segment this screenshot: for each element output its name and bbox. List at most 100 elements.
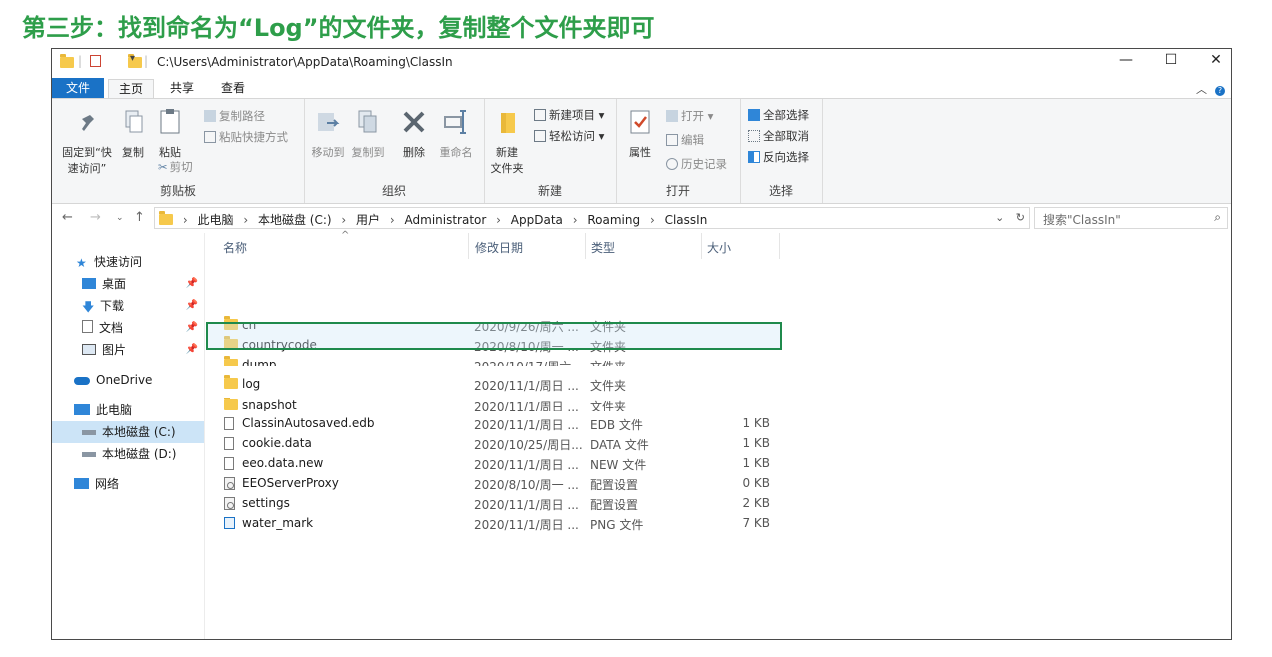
tab-view[interactable]: 查看 bbox=[211, 79, 255, 98]
list-item[interactable]: water_mark 2020/11/1/周日 ... PNG 文件 7 KB bbox=[220, 513, 780, 533]
file-size: 1 KB bbox=[742, 456, 770, 470]
list-item[interactable]: cookie.data 2020/10/25/周日... DATA 文件 1 K… bbox=[220, 433, 780, 453]
new-folder-button[interactable]: 新建 文件夹 bbox=[488, 107, 526, 176]
minimize-button[interactable]: — bbox=[1111, 52, 1141, 68]
tab-home[interactable]: 主页 bbox=[108, 79, 155, 99]
forward-arrow-icon[interactable]: → bbox=[90, 210, 101, 225]
edit-button[interactable]: 编辑 bbox=[666, 132, 704, 148]
nav-documents[interactable]: 文档 📌 bbox=[52, 317, 204, 339]
file-type: 文件夹 bbox=[590, 400, 627, 411]
copy-icon bbox=[125, 110, 143, 133]
list-item-selected[interactable]: log 2020/11/1/周日 ... 文件夹 bbox=[220, 374, 780, 394]
invert-selection-label: 反向选择 bbox=[763, 150, 809, 164]
file-name: snapshot bbox=[242, 398, 297, 411]
move-to-button[interactable]: 移动到 bbox=[310, 107, 346, 160]
select-all-button[interactable]: 全部选择 bbox=[748, 107, 809, 123]
list-item[interactable]: ClassinAutosaved.edb 2020/11/1/周日 ... ED… bbox=[220, 413, 780, 433]
file-date: 2020/11/1/周日 ... bbox=[474, 400, 579, 411]
crumb-classin[interactable]: ClassIn bbox=[665, 213, 708, 227]
crumb-users[interactable]: 用户 bbox=[356, 213, 380, 227]
column-header-type[interactable]: 类型 bbox=[591, 239, 615, 256]
pin-icon[interactable]: 📌 bbox=[186, 295, 198, 317]
folder-icon bbox=[224, 356, 238, 366]
column-divider[interactable] bbox=[468, 233, 469, 259]
copy-button[interactable]: 复制 bbox=[116, 107, 150, 160]
crumb-appdata[interactable]: AppData bbox=[511, 213, 563, 227]
nav-drive-c-label: 本地磁盘 (C:) bbox=[102, 425, 176, 439]
pin-icon[interactable]: 📌 bbox=[186, 273, 198, 295]
up-arrow-icon[interactable]: ↑ bbox=[134, 210, 145, 225]
crumb-administrator[interactable]: Administrator bbox=[405, 213, 487, 227]
nav-drive-d[interactable]: 本地磁盘 (D:) bbox=[52, 443, 204, 465]
column-divider[interactable] bbox=[779, 233, 780, 259]
organize-group: 移动到 复制到 删除 重命名 组织 bbox=[304, 99, 485, 203]
open-icon bbox=[666, 110, 678, 122]
column-header-size[interactable]: 大小 bbox=[707, 239, 731, 256]
address-controls: ⌄ ↻ bbox=[995, 211, 1025, 224]
list-item[interactable]: eeo.data.new 2020/11/1/周日 ... NEW 文件 1 K… bbox=[220, 453, 780, 473]
search-box[interactable]: 搜索"ClassIn" ⌕ bbox=[1034, 207, 1228, 229]
crumb-this-pc[interactable]: 此电脑 bbox=[197, 213, 233, 227]
new-folder-label-line1: 新建 bbox=[496, 146, 518, 159]
cut-button[interactable]: ✂ 剪切 bbox=[158, 159, 193, 175]
column-header-date[interactable]: 修改日期 bbox=[475, 239, 523, 256]
properties-button[interactable]: 属性 bbox=[622, 107, 658, 160]
breadcrumb: › 此电脑 › 本地磁盘 (C:) › 用户 › Administrator ›… bbox=[159, 211, 707, 228]
file-date: 2020/10/25/周日... bbox=[474, 438, 583, 452]
select-none-button[interactable]: 全部取消 bbox=[748, 128, 809, 144]
pin-icon[interactable]: 📌 bbox=[186, 317, 198, 339]
nav-pictures[interactable]: 图片 📌 bbox=[52, 339, 204, 361]
column-divider[interactable] bbox=[585, 233, 586, 259]
refresh-icon[interactable]: ↻ bbox=[1016, 211, 1025, 224]
history-button[interactable]: 历史记录 bbox=[666, 156, 727, 172]
crumb-drive-c[interactable]: 本地磁盘 (C:) bbox=[258, 213, 332, 227]
paste-button[interactable]: 粘贴 bbox=[152, 107, 188, 160]
nav-downloads[interactable]: 🡇 下载 📌 bbox=[52, 295, 204, 317]
desktop-icon bbox=[82, 278, 96, 289]
maximize-button[interactable]: ☐ bbox=[1156, 52, 1186, 68]
crumb-roaming[interactable]: Roaming bbox=[587, 213, 640, 227]
address-dropdown-icon[interactable]: ⌄ bbox=[995, 211, 1004, 224]
easy-access-button[interactable]: 轻松访问 ▾ bbox=[534, 128, 604, 144]
list-item[interactable]: settings 2020/11/1/周日 ... 配置设置 2 KB bbox=[220, 493, 780, 513]
invert-selection-button[interactable]: 反向选择 bbox=[748, 149, 809, 165]
file-date: 2020/10/17/周六 ... bbox=[474, 358, 586, 366]
new-item-button[interactable]: 新建项目 ▾ bbox=[534, 107, 604, 123]
copy-path-button[interactable]: 复制路径 bbox=[204, 108, 265, 124]
list-item[interactable]: snapshot 2020/11/1/周日 ... 文件夹 bbox=[220, 398, 780, 411]
nav-network[interactable]: 网络 bbox=[52, 473, 204, 495]
ribbon-collapse-icon[interactable]: ︿? bbox=[1196, 81, 1225, 97]
copy-to-button[interactable]: 复制到 bbox=[350, 107, 386, 160]
recent-locations-icon[interactable]: ⌄ bbox=[116, 213, 124, 223]
nav-desktop[interactable]: 桌面 📌 bbox=[52, 273, 204, 295]
nav-this-pc[interactable]: 此电脑 bbox=[52, 399, 204, 421]
separator: | bbox=[78, 54, 83, 68]
file-icon bbox=[224, 437, 234, 450]
nav-drive-c[interactable]: 本地磁盘 (C:) bbox=[52, 421, 204, 443]
file-size: 7 KB bbox=[742, 516, 770, 530]
customize-toolbar-icon[interactable]: ▾ bbox=[130, 53, 135, 69]
help-icon[interactable]: ? bbox=[1215, 86, 1225, 96]
nav-onedrive[interactable]: OneDrive bbox=[52, 369, 204, 391]
tab-file[interactable]: 文件 bbox=[52, 78, 105, 98]
back-arrow-icon[interactable]: ← bbox=[62, 210, 73, 225]
list-item[interactable]: EEOServerProxy 2020/8/10/周一 ... 配置设置 0 K… bbox=[220, 473, 780, 493]
delete-button[interactable]: 删除 bbox=[396, 107, 432, 160]
tab-share[interactable]: 共享 bbox=[160, 79, 204, 98]
rename-button[interactable]: 重命名 bbox=[436, 107, 476, 160]
nav-quick-access[interactable]: ★ 快速访问 bbox=[52, 251, 204, 273]
paste-shortcut-button[interactable]: 粘贴快捷方式 bbox=[204, 129, 288, 145]
address-bar[interactable]: › 此电脑 › 本地磁盘 (C:) › 用户 › Administrator ›… bbox=[154, 207, 1030, 229]
column-divider[interactable] bbox=[701, 233, 702, 259]
pin-icon[interactable]: 📌 bbox=[186, 339, 198, 361]
list-item[interactable]: dump 2020/10/17/周六 ... 文件夹 bbox=[220, 355, 780, 366]
pin-quick-access-button[interactable]: 固定到“快 速访问” bbox=[58, 107, 116, 176]
file-explorer-window: | ▾ | C:\Users\Administrator\AppData\Roa… bbox=[51, 48, 1232, 640]
file-icon bbox=[224, 417, 234, 430]
column-header-name[interactable]: 名称 bbox=[223, 239, 247, 256]
properties-quick-icon[interactable] bbox=[90, 55, 101, 67]
sort-ascending-icon: ^ bbox=[341, 230, 350, 241]
file-type: 配置设置 bbox=[590, 498, 639, 512]
close-button[interactable]: ✕ bbox=[1201, 52, 1231, 68]
open-button[interactable]: 打开 ▾ bbox=[666, 108, 713, 124]
